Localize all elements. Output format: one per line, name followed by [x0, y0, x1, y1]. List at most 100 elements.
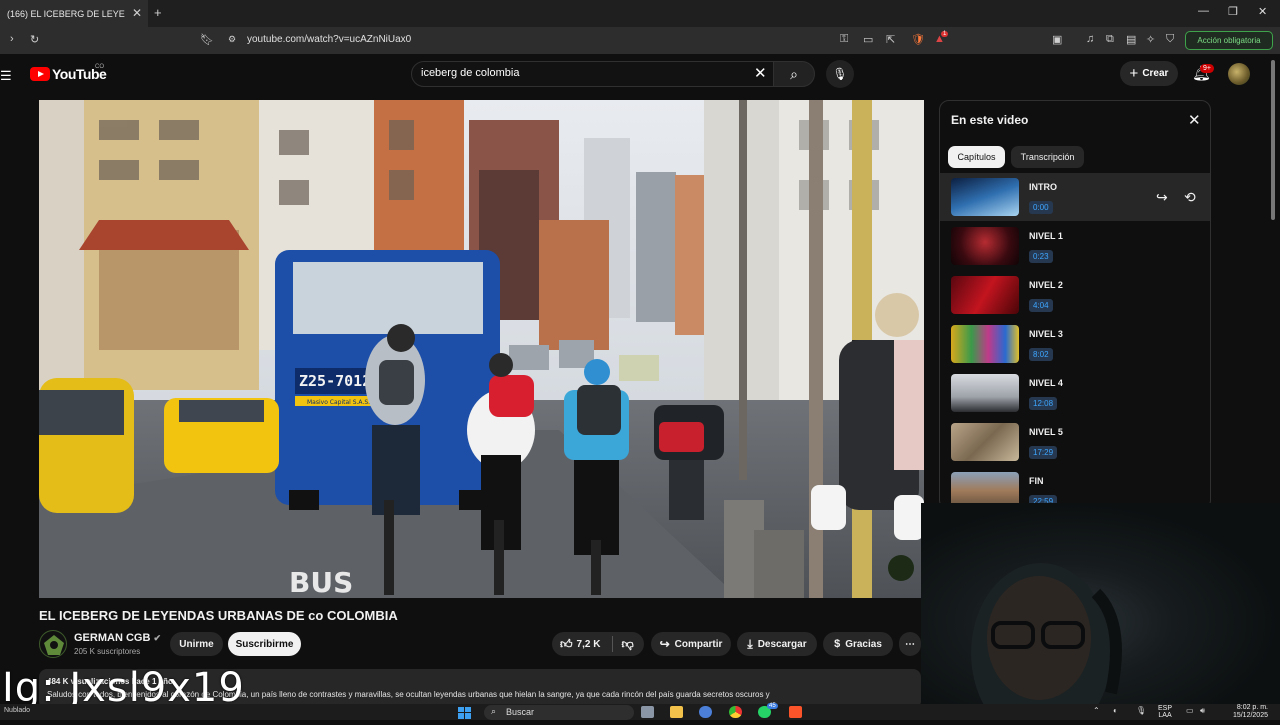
tray-chevron-icon[interactable]: ⌃ — [1093, 706, 1100, 715]
media-icon[interactable]: ♫ — [1086, 33, 1094, 45]
chapter-time: 0:00 — [1029, 201, 1053, 214]
app-badge: 45 — [767, 703, 778, 709]
dislike-icon[interactable]: 👎︎ — [621, 637, 633, 652]
chapter-name: NIVEL 4 — [1029, 378, 1063, 388]
webcam-person-image — [971, 563, 1122, 725]
chapter-item[interactable]: NIVEL 3 8:02 — [940, 320, 1210, 368]
user-avatar[interactable] — [1228, 63, 1250, 85]
download-icon: ⤓ — [747, 636, 753, 651]
menu-icon[interactable]: ☰ — [0, 68, 12, 84]
channel-logo-icon — [44, 635, 64, 655]
steam-icon[interactable] — [699, 706, 712, 718]
wallet-icon[interactable]: ▤ — [1126, 33, 1136, 46]
tray-mic-icon[interactable]: 🎙︎ — [1136, 706, 1146, 715]
loop-chapter-icon[interactable]: ⟲ — [1184, 189, 1196, 206]
plus-icon: + — [1129, 65, 1139, 82]
channel-name[interactable]: GERMAN CGB ✔︎ — [74, 632, 161, 644]
create-button[interactable]: + Crear — [1120, 61, 1178, 86]
like-icon[interactable]: 👍︎ — [560, 637, 573, 652]
more-actions-button[interactable]: ⋯ — [899, 632, 921, 656]
chapter-thumbnail — [951, 423, 1019, 461]
lang-layout: LAA — [1158, 712, 1172, 719]
weather-widget[interactable]: Nublado — [4, 707, 30, 714]
close-panel-icon[interactable]: ✕ — [1188, 111, 1201, 129]
chapter-thumbnail — [951, 178, 1019, 216]
brave-shield-icon[interactable]: 🛡︎ — [911, 33, 925, 46]
vpn-icon[interactable]: ⛉ — [1166, 33, 1174, 46]
restore-icon[interactable]: ❐ — [1228, 5, 1238, 18]
brave-icon[interactable] — [789, 706, 802, 718]
subscribe-button[interactable]: Suscribirme — [228, 632, 301, 656]
chapter-thumbnail — [951, 227, 1019, 265]
reload-icon[interactable]: ↻ — [30, 33, 39, 46]
close-window-icon[interactable]: ✕ — [1258, 5, 1267, 18]
chapter-name: NIVEL 1 — [1029, 231, 1063, 241]
youtube-play-icon — [30, 67, 50, 81]
share-button[interactable]: ↪ Compartir — [651, 632, 731, 656]
site-info-icon[interactable]: ⚙︎ — [228, 34, 236, 45]
share-page-icon[interactable]: ⇱ — [886, 33, 895, 46]
webcam-overlay — [921, 503, 1280, 725]
thanks-button[interactable]: $ Gracias — [823, 632, 893, 656]
minimize-icon[interactable]: — — [1198, 5, 1209, 17]
chapters-panel-title: En este video — [951, 113, 1029, 127]
volume-icon[interactable]: 🔊︎ — [1200, 706, 1205, 716]
clear-search-icon[interactable]: ✕ — [754, 64, 767, 82]
key-icon[interactable]: ⚿ — [840, 33, 848, 46]
clock[interactable]: 8:02 p. m. 15/12/2025 — [1226, 704, 1268, 720]
share-chapter-icon[interactable]: ↪ — [1156, 189, 1168, 206]
notifications-badge: 9+ — [1200, 64, 1214, 73]
accion-obligatoria-button[interactable]: Acción obligatoria — [1185, 31, 1273, 50]
task-view-icon[interactable] — [641, 706, 654, 718]
extensions-icon[interactable]: ⧉ — [1106, 33, 1114, 46]
chapter-list: INTRO 0:00 ↪ ⟲ NIVEL 1 0:23 NIVEL 2 4:04… — [940, 173, 1210, 509]
chapter-item[interactable]: NIVEL 1 0:23 — [940, 222, 1210, 270]
road-marking: BUS — [289, 566, 353, 598]
chapter-item[interactable]: NIVEL 4 12:08 — [940, 369, 1210, 417]
browser-tab-strip — [0, 0, 1280, 27]
bookmark-icon[interactable]: 🔖︎ — [200, 33, 214, 46]
taskbar-search[interactable]: Buscar — [484, 705, 634, 720]
leo-icon[interactable]: ✧ — [1146, 33, 1155, 46]
forward-icon[interactable]: › — [10, 33, 14, 45]
tray-app-icon[interactable]: ◐ — [1113, 706, 1118, 715]
like-dislike-group: 👍︎ 7,2 K 👎︎ — [552, 632, 644, 656]
video-player[interactable]: BUS Z25-7012 Masivo Capital S.A.S. — [39, 100, 924, 598]
tab-chapters[interactable]: Capítulos — [948, 146, 1005, 168]
chapter-time: 8:02 — [1029, 348, 1053, 361]
url-text[interactable]: youtube.com/watch?v=ucAZnNiUax0 — [247, 34, 411, 45]
chapter-item[interactable]: INTRO 0:00 ↪ ⟲ — [940, 173, 1210, 221]
country-code: CO — [95, 64, 104, 70]
taskbar-search-label: Buscar — [506, 707, 535, 717]
download-button[interactable]: ⤓ Descargar — [737, 632, 817, 656]
chrome-icon[interactable] — [729, 706, 742, 718]
monitor-icon[interactable]: ▭ — [1186, 706, 1194, 715]
search-button[interactable]: ⌕ — [773, 61, 815, 87]
sidebar-icon[interactable]: ▣ — [1052, 33, 1062, 46]
join-button[interactable]: Unirme — [170, 632, 223, 656]
windows-start-icon[interactable] — [458, 706, 471, 719]
chapter-item[interactable]: NIVEL 5 17:29 — [940, 418, 1210, 466]
channel-name-text: GERMAN CGB — [74, 632, 151, 644]
scrollbar-thumb[interactable] — [1271, 60, 1275, 220]
voice-search-button[interactable]: 🎙︎ — [826, 60, 854, 88]
language-indicator[interactable]: ESP LAA — [1158, 705, 1172, 719]
new-tab-icon[interactable]: + — [154, 5, 162, 20]
more-icon: ⋯ — [905, 638, 915, 650]
lang-code: ESP — [1158, 705, 1173, 712]
channel-avatar[interactable] — [39, 630, 67, 658]
page-scrollbar[interactable] — [1270, 60, 1276, 220]
file-explorer-icon[interactable] — [670, 706, 683, 718]
chapter-time: 17:29 — [1029, 446, 1058, 459]
chapter-item[interactable]: NIVEL 2 4:04 — [940, 271, 1210, 319]
cast-icon[interactable]: ▭ — [863, 33, 873, 46]
video-frame: BUS Z25-7012 Masivo Capital S.A.S. — [39, 100, 924, 598]
search-icon: ⌕ — [790, 65, 798, 82]
tab-transcript[interactable]: Transcripción — [1011, 146, 1084, 168]
youtube-logo[interactable]: YouTube CO — [30, 64, 107, 82]
close-tab-icon[interactable]: ✕ — [132, 6, 142, 20]
create-label: Crear — [1142, 68, 1169, 79]
search-input[interactable]: iceberg de colombia — [421, 67, 519, 79]
browser-tab-active[interactable]: (166) EL ICEBERG DE LEYENDAS URBANAS DE … — [0, 0, 148, 27]
like-count[interactable]: 7,2 K — [577, 639, 601, 650]
